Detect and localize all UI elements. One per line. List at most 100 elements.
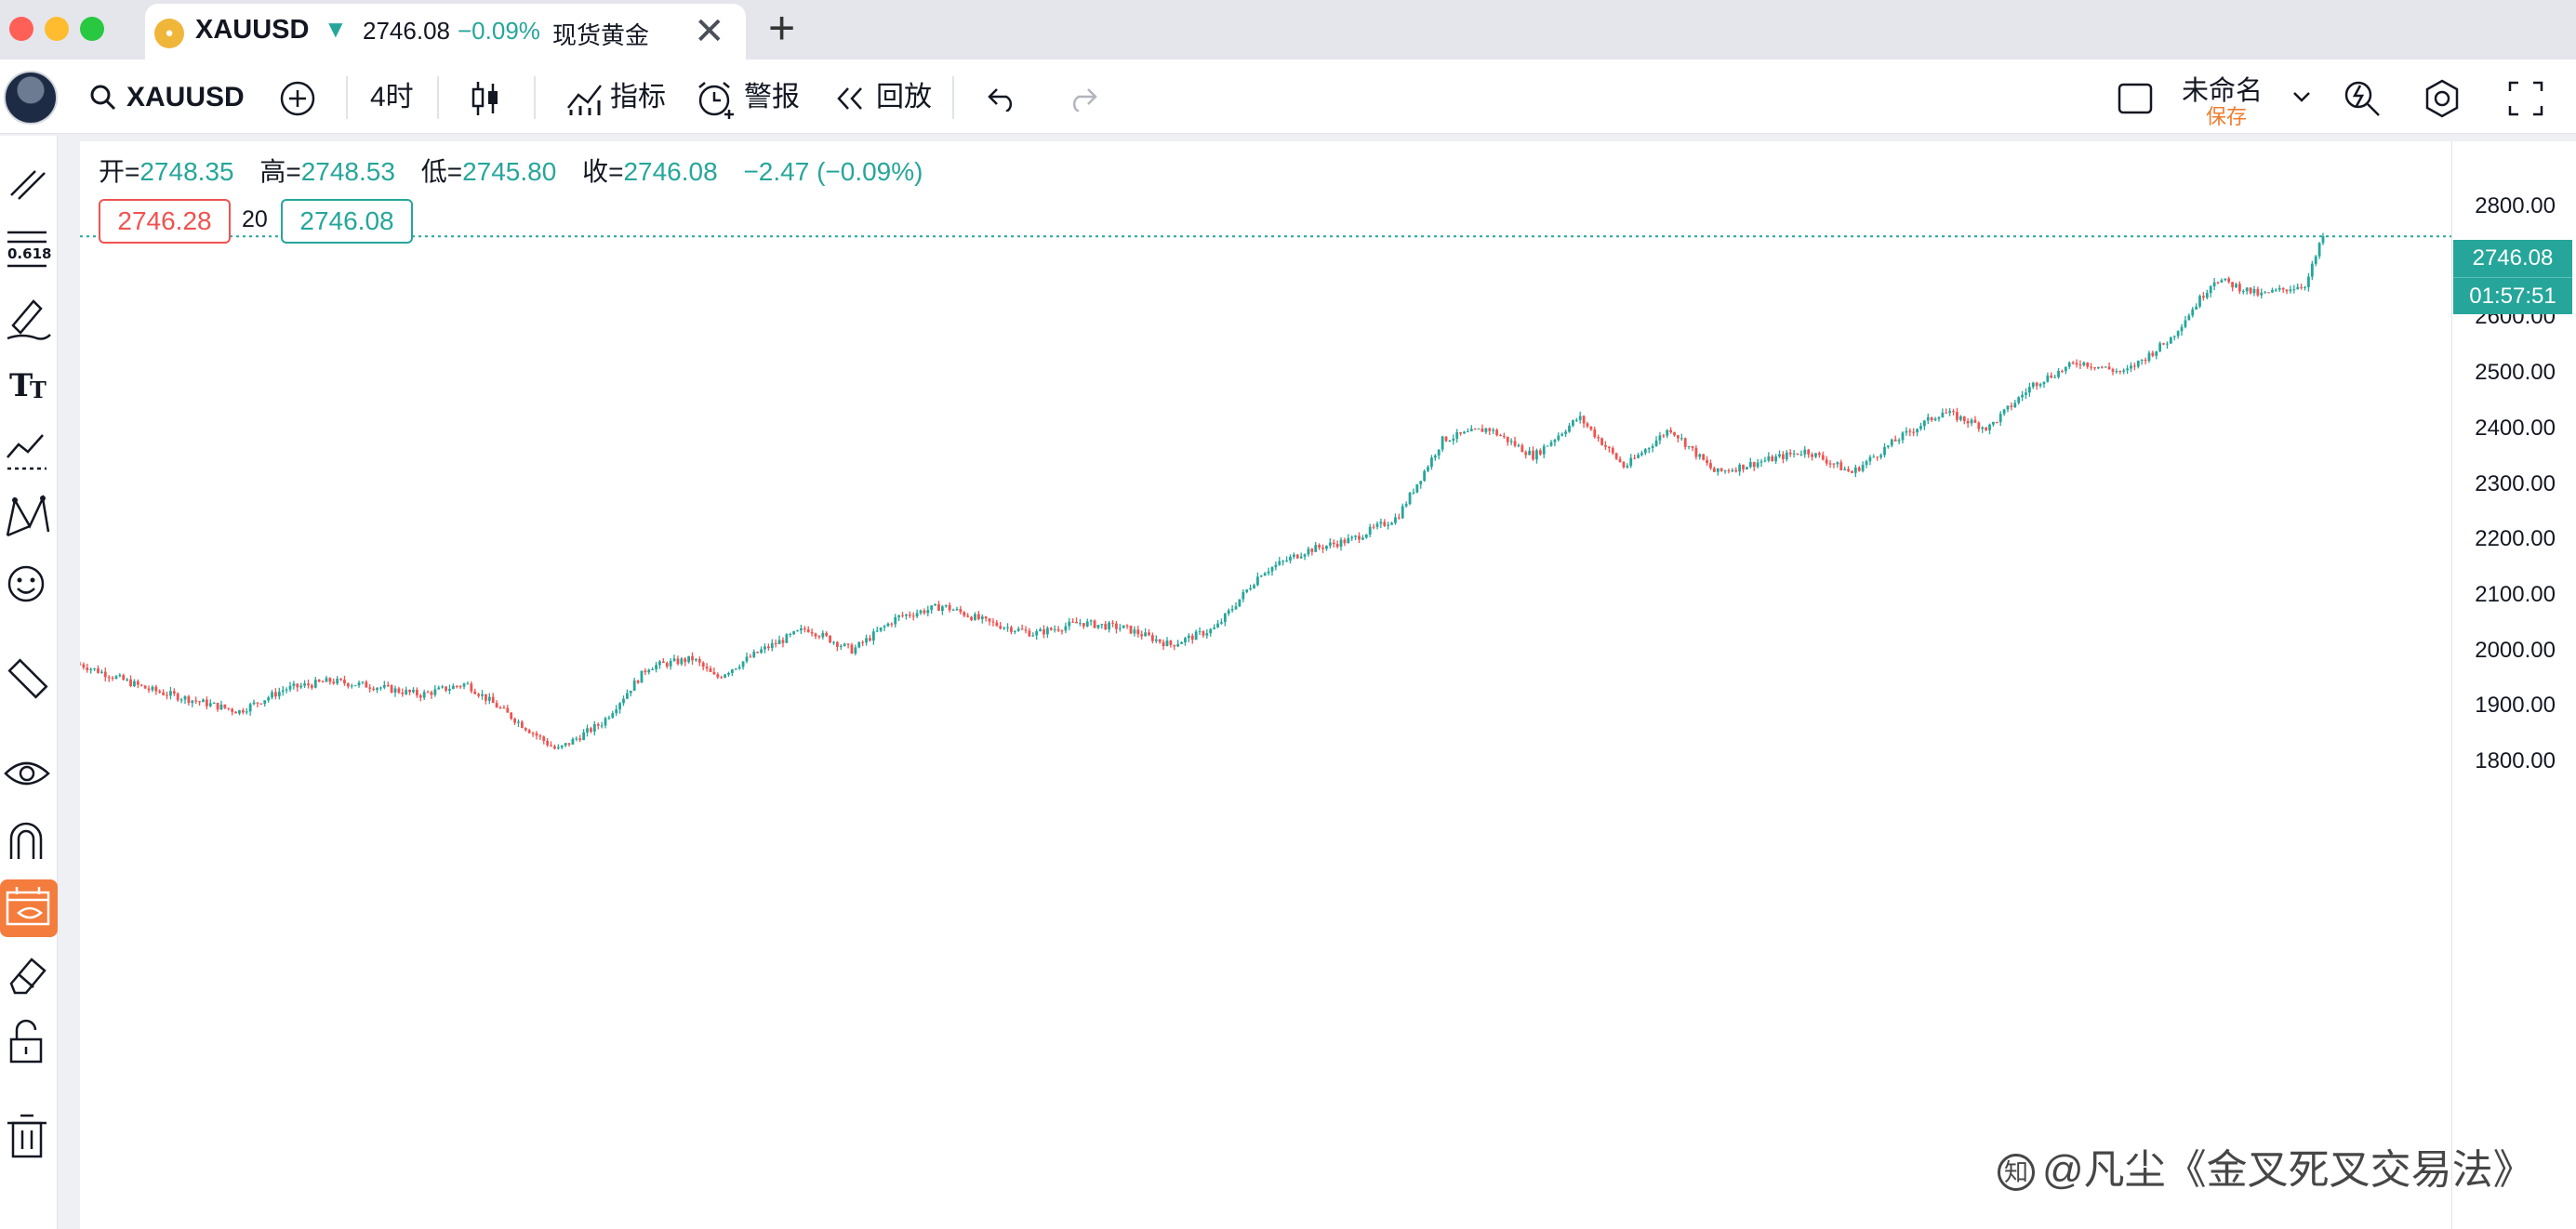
close-tab-icon[interactable]: ✕	[694, 9, 725, 54]
candle-body	[701, 662, 705, 667]
tab-xauusd[interactable]: ● XAUUSD ▼ 2746.08 −0.09% 现货黄金 ✕	[145, 4, 746, 59]
candle-body	[205, 699, 208, 707]
candle-body	[792, 631, 796, 635]
trend-line-tool-icon[interactable]	[0, 154, 58, 212]
candle-body	[1643, 449, 1647, 454]
add-symbol-icon[interactable]	[279, 80, 316, 117]
candle-body	[1832, 463, 1836, 465]
candle-body	[1347, 537, 1350, 544]
candle-body	[1821, 455, 1825, 460]
candle-body	[1633, 457, 1637, 459]
candle-body	[796, 630, 799, 632]
emoji-sticker-icon[interactable]	[0, 556, 58, 614]
candle-body	[1452, 438, 1455, 441]
drawing-toolbar: 0.618 T T	[0, 136, 58, 1229]
candle-body	[1136, 629, 1140, 635]
undo-icon[interactable]	[986, 86, 1019, 112]
candle-body	[122, 675, 126, 681]
candle-body	[1868, 456, 1872, 462]
bar-countdown-tag: 01:57:51	[2453, 277, 2572, 314]
settings-icon[interactable]	[2422, 78, 2463, 119]
candle-body	[1593, 429, 1597, 438]
candle-body	[1209, 628, 1213, 634]
candle-body	[212, 702, 216, 704]
pattern-tool-icon[interactable]	[0, 422, 58, 480]
magnet-icon[interactable]	[0, 813, 58, 870]
candle-body	[2198, 296, 2201, 307]
candle-body	[781, 640, 785, 643]
candle-body	[1956, 412, 1959, 420]
candle-body	[669, 660, 672, 667]
xabcd-pattern-icon[interactable]	[0, 489, 58, 547]
candle-body	[1727, 470, 1731, 472]
toolbar-divider	[437, 76, 439, 119]
buy-price-button[interactable]: 2746.08	[281, 199, 413, 244]
candle-body	[1104, 624, 1108, 629]
candle-body	[2191, 309, 2195, 316]
candle-body	[2031, 382, 2035, 388]
new-tab-button[interactable]: +	[768, 4, 795, 52]
layout-save-status[interactable]: 保存	[2206, 100, 2247, 130]
candle-body	[1165, 640, 1169, 647]
replay-button[interactable]: 回放	[876, 78, 932, 117]
candle-body	[2067, 363, 2071, 367]
eye-icon[interactable]	[0, 746, 58, 803]
ruler-measure-icon[interactable]	[0, 651, 58, 708]
window-close-button[interactable]	[9, 17, 33, 41]
candle-body	[1817, 453, 1821, 456]
candle-body	[1339, 539, 1343, 548]
candlestick-chart[interactable]	[78, 141, 2451, 1229]
quick-search-icon[interactable]	[2342, 78, 2383, 119]
indicators-icon[interactable]	[565, 80, 604, 117]
candle-body	[1916, 429, 1919, 433]
candle-body	[430, 692, 433, 695]
candle-body	[393, 688, 397, 694]
candle-body	[412, 690, 415, 693]
candle-body	[1509, 441, 1513, 443]
fibonacci-tool-icon[interactable]: 0.618	[0, 221, 58, 279]
toolbar-divider	[534, 76, 536, 119]
window-maximize-button[interactable]	[80, 17, 104, 41]
candle-body	[2155, 350, 2158, 356]
candle-body	[553, 746, 556, 749]
symbol-search-button[interactable]: XAUUSD	[126, 78, 245, 117]
candle-body	[832, 641, 835, 643]
candle-body	[2093, 367, 2096, 369]
candle-body	[1176, 643, 1180, 647]
avatar[interactable]	[4, 71, 58, 125]
candle-body	[1068, 621, 1071, 627]
candle-body	[695, 658, 697, 661]
candle-body	[1666, 429, 1669, 436]
trash-icon[interactable]	[0, 1108, 58, 1166]
candle-body	[1042, 628, 1045, 635]
brush-tool-icon[interactable]	[0, 288, 58, 346]
candle-body	[1223, 614, 1227, 623]
interval-button[interactable]: 4时	[370, 78, 414, 117]
candle-body	[1082, 623, 1085, 627]
alarm-clock-icon[interactable]	[696, 80, 737, 119]
alerts-button[interactable]: 警报	[744, 78, 800, 117]
candle-body	[433, 689, 437, 695]
candle-body	[1828, 463, 1832, 465]
candle-body	[2006, 405, 2010, 410]
candle-body	[592, 723, 596, 733]
candle-body	[1698, 454, 1702, 457]
indicators-button[interactable]: 指标	[610, 78, 666, 117]
candle-body	[2187, 315, 2191, 321]
layout-select-icon[interactable]	[2117, 82, 2154, 115]
redo-icon[interactable]	[1066, 86, 1099, 112]
search-icon[interactable]	[89, 84, 117, 112]
lock-icon[interactable]	[0, 1013, 58, 1071]
text-tool-icon[interactable]: T T	[0, 355, 58, 413]
replay-icon[interactable]	[835, 86, 867, 112]
sell-price-button[interactable]: 2746.28	[99, 199, 231, 244]
drawing-mode-button-active[interactable]	[0, 879, 58, 937]
fullscreen-icon[interactable]	[2507, 80, 2544, 117]
window-minimize-button[interactable]	[45, 17, 69, 41]
candle-body	[1981, 427, 1985, 429]
chart-pane[interactable]	[78, 141, 2451, 1229]
candlestick-type-icon[interactable]	[469, 78, 502, 119]
chevron-down-icon[interactable]	[2291, 89, 2312, 104]
candle-body	[1532, 450, 1534, 460]
eraser-icon[interactable]	[0, 946, 58, 1004]
